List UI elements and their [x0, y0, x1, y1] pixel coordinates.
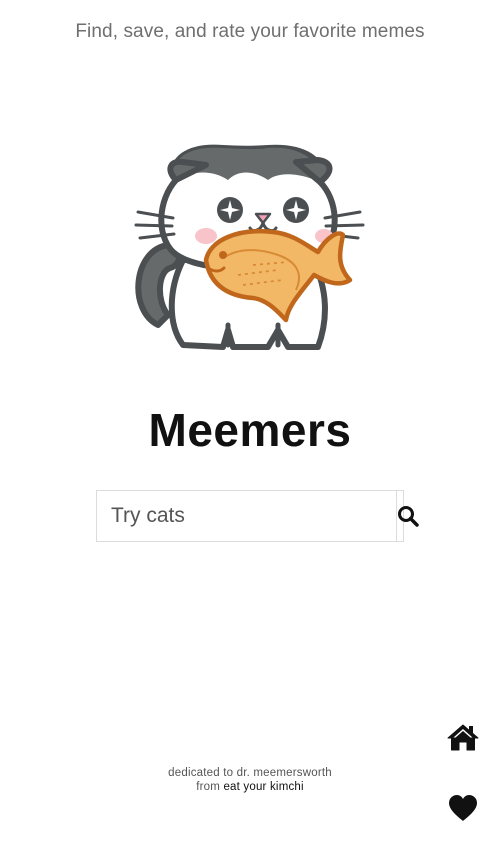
home-button[interactable] [446, 722, 480, 752]
footer: dedicated to dr. meemersworth from eat y… [0, 766, 500, 794]
app-title: Meemers [148, 404, 352, 456]
favorites-button[interactable] [447, 793, 479, 823]
credit-from-label: from [196, 781, 221, 793]
search-icon [398, 506, 419, 527]
eat-your-kimchi-link[interactable]: eat your kimchi [223, 781, 303, 793]
search-input[interactable] [97, 491, 396, 541]
dedication-text: dedicated to dr. meemersworth [168, 767, 332, 779]
tagline: Find, save, and rate your favorite memes [75, 21, 425, 42]
search-bar [96, 490, 419, 542]
home-icon [447, 724, 479, 751]
landing-page: Find, save, and rate your favorite memes [0, 0, 500, 841]
search-button[interactable] [396, 491, 419, 541]
heart-icon [449, 795, 477, 821]
credit-line: from eat your kimchi [0, 780, 500, 794]
cat-eating-taiyaki-icon [134, 144, 365, 350]
